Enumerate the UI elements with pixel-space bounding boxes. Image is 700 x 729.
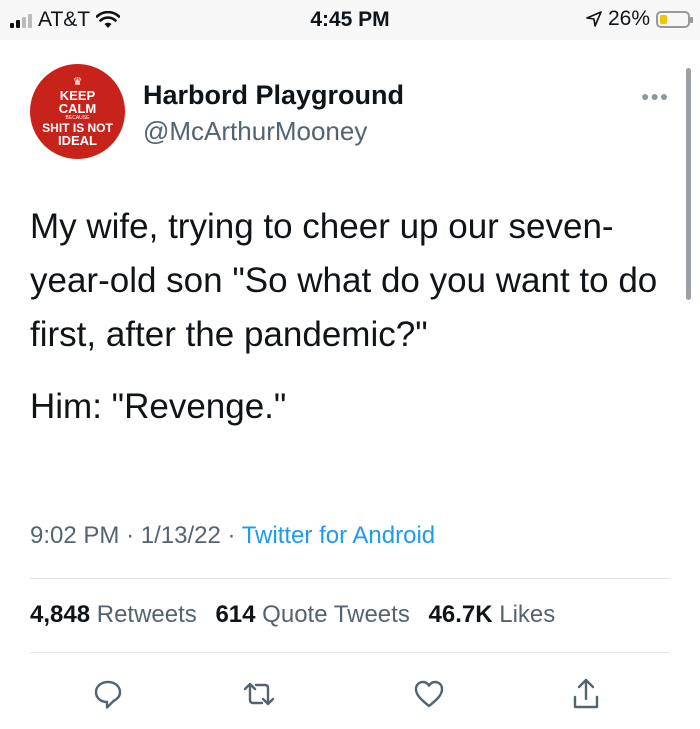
action-bar — [0, 672, 700, 716]
divider — [30, 652, 670, 653]
display-name[interactable]: Harbord Playground — [143, 80, 404, 111]
divider — [30, 578, 670, 579]
avatar-text-ideal: IDEAL — [58, 132, 97, 148]
reply-icon — [94, 680, 122, 709]
meta-separator: · — [126, 522, 135, 549]
avatar-text-keep: KEEP — [59, 87, 96, 103]
tweet-source-link[interactable]: Twitter for Android — [242, 522, 435, 549]
tweet-paragraph-1: My wife, trying to cheer up our seven-ye… — [30, 207, 658, 354]
quotes-stat[interactable]: 614 Quote Tweets — [215, 601, 409, 628]
retweets-stat[interactable]: 4,848 Retweets — [30, 601, 197, 628]
likes-stat[interactable]: 46.7K Likes — [429, 601, 556, 628]
retweet-icon — [243, 682, 275, 706]
status-bar: AT&T 4:45 PM 26% — [0, 0, 700, 40]
more-dots-icon[interactable]: ●●● — [641, 88, 669, 104]
meta-separator: · — [227, 522, 236, 549]
retweets-label: Retweets — [96, 601, 197, 628]
retweets-count: 4,848 — [30, 601, 91, 628]
like-button[interactable] — [407, 672, 451, 716]
retweet-button[interactable] — [237, 672, 281, 716]
battery-icon — [656, 10, 693, 28]
avatar-text-shit: SHIT IS NOT — [42, 120, 113, 135]
crown-icon: ♛ — [72, 75, 83, 88]
likes-count: 46.7K — [428, 601, 493, 628]
battery-percent: 26% — [607, 7, 650, 30]
reply-button[interactable] — [86, 672, 130, 716]
avatar-text-because: BECAUSE — [65, 114, 90, 121]
avatar-text-calm: CALM — [58, 100, 97, 116]
tweet-date[interactable]: 1/13/22 — [141, 522, 221, 549]
tweet-paragraph-2: Him: "Revenge." — [30, 387, 287, 426]
tweet-stats: 4,848 Retweets 614 Quote Tweets 46.7K Li… — [30, 601, 555, 629]
quotes-label: Quote Tweets — [262, 601, 410, 628]
likes-label: Likes — [499, 601, 556, 628]
location-arrow-icon — [586, 11, 602, 27]
tweet-meta: 9:02 PM · 1/13/22 · Twitter for Android — [30, 522, 435, 550]
heart-icon — [414, 680, 444, 708]
quotes-count: 614 — [215, 601, 256, 628]
status-right: 26% — [586, 7, 693, 31]
share-icon — [573, 678, 599, 709]
tweet-time[interactable]: 9:02 PM — [30, 522, 119, 549]
tweet-text: My wife, trying to cheer up our seven-ye… — [30, 200, 670, 452]
user-handle[interactable]: @McArthurMooney — [143, 116, 367, 147]
scrollbar[interactable] — [686, 68, 691, 300]
avatar[interactable]: ♛ KEEP CALM BECAUSE SHIT IS NOT IDEAL — [30, 64, 125, 159]
share-button[interactable] — [564, 672, 608, 716]
